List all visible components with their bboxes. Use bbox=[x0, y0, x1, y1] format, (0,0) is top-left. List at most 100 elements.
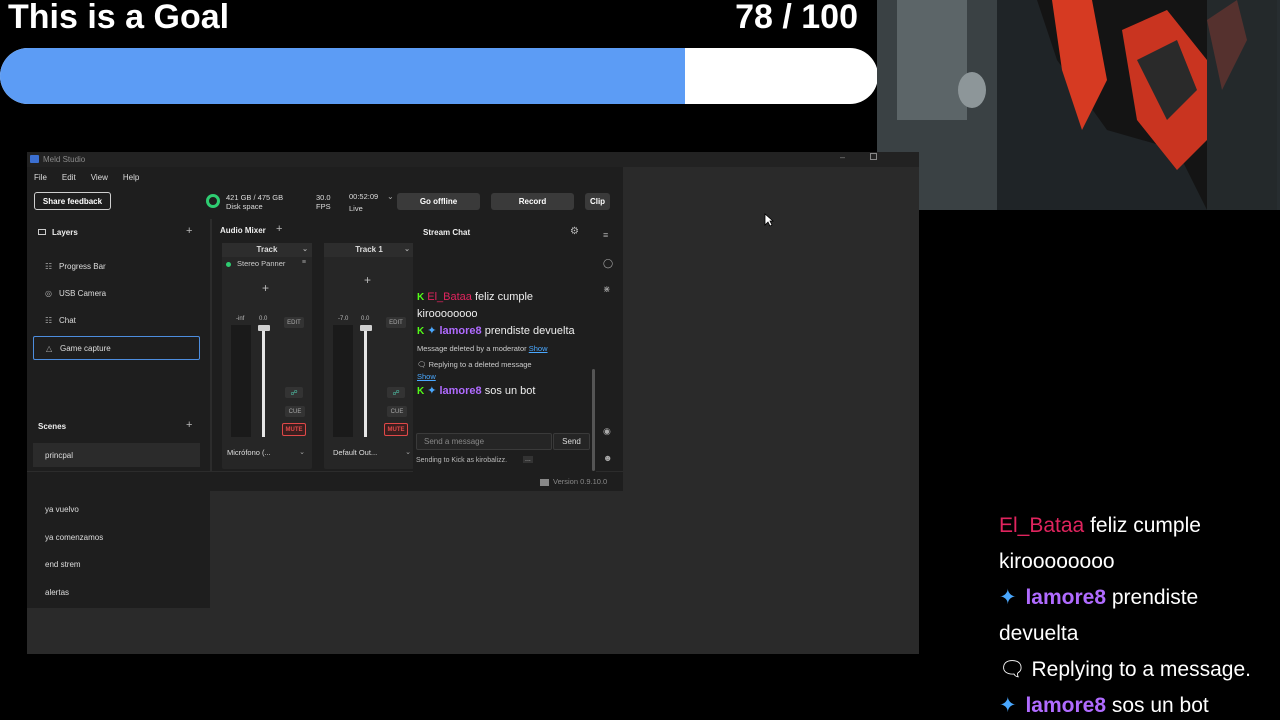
chat-system-message: Message deleted by a moderator Show bbox=[417, 343, 589, 355]
gear-icon[interactable]: ⚙ bbox=[570, 226, 579, 237]
overlay-chat-line: kiroooooooo bbox=[999, 550, 1115, 573]
menu-edit[interactable]: Edit bbox=[62, 173, 76, 182]
edit-button[interactable]: EDIT bbox=[386, 317, 406, 328]
scene-item-ya-comenzamos[interactable]: ya comenzamos bbox=[33, 525, 200, 549]
layer-label: USB Camera bbox=[59, 288, 107, 298]
chat-username[interactable]: El_Bataa bbox=[427, 291, 472, 303]
overlay-chat: El_Bataa feliz cumple kiroooooooo ✦ lamo… bbox=[999, 508, 1279, 720]
speech-bubble-icon: 🗨 bbox=[417, 360, 427, 369]
layer-item-game-capture[interactable]: △ Game capture bbox=[33, 336, 200, 360]
pane-divider[interactable] bbox=[210, 219, 212, 471]
overlay-chat-line: El_Bataa feliz cumple bbox=[999, 508, 1279, 544]
layer-item-chat[interactable]: ☷ Chat bbox=[33, 308, 200, 332]
broadcast-icon[interactable]: ⋇ bbox=[603, 284, 611, 295]
meld-app-icon bbox=[30, 155, 39, 163]
layer-icon: ☷ bbox=[45, 261, 53, 271]
scene-list: ya vuelvo ya comenzamos end strem alerta… bbox=[27, 491, 210, 608]
meter-min-value: -inf bbox=[236, 316, 245, 322]
scene-item-end-strem[interactable]: end strem bbox=[33, 552, 200, 576]
input-device-select[interactable]: Micrófono (... ⌄ bbox=[227, 448, 307, 462]
maximize-icon[interactable] bbox=[870, 153, 877, 160]
chat-message-input[interactable]: Send a message bbox=[416, 433, 552, 450]
show-link[interactable]: Show bbox=[417, 372, 436, 381]
sword-badge-icon: ✦ bbox=[427, 325, 437, 337]
clip-button[interactable]: Clip bbox=[585, 193, 610, 210]
track-header[interactable]: Track 1 ⌄ bbox=[324, 243, 414, 257]
layer-item-progress-bar[interactable]: ☷ Progress Bar bbox=[33, 254, 200, 278]
menu-help[interactable]: Help bbox=[123, 173, 139, 182]
panner-label: Stereo Panner bbox=[237, 259, 286, 268]
output-device-select[interactable]: Default Out... ⌄ bbox=[333, 448, 413, 462]
chevron-down-icon[interactable]: ⌄ bbox=[404, 243, 410, 257]
disk-space-label: Disk space bbox=[226, 202, 263, 211]
chat-username[interactable]: lamore8 bbox=[439, 325, 481, 337]
fps-label: FPS bbox=[316, 202, 331, 211]
system-text: Replying to a deleted message bbox=[428, 360, 532, 369]
webcam-feed bbox=[877, 0, 1280, 210]
game-icon: △ bbox=[46, 343, 53, 353]
window-titlebar: Meld Studio – bbox=[27, 152, 919, 167]
sword-badge-icon: ✦ bbox=[427, 385, 437, 397]
chat-send-button[interactable]: Send bbox=[553, 433, 590, 450]
add-effect-button[interactable]: + bbox=[364, 273, 371, 287]
chevron-down-icon: ⌄ bbox=[405, 449, 411, 456]
volume-fader-track[interactable] bbox=[364, 327, 367, 437]
settings-icon[interactable]: ◉ bbox=[603, 426, 611, 437]
link-icon[interactable]: ☍ bbox=[387, 387, 405, 398]
live-timer: 00:52:09 bbox=[349, 192, 379, 201]
track-header[interactable]: Track ⌄ bbox=[222, 243, 312, 257]
window-title: Meld Studio bbox=[43, 155, 86, 164]
share-feedback-button[interactable]: Share feedback bbox=[34, 192, 111, 210]
add-scene-button[interactable]: + bbox=[186, 419, 192, 431]
audio-level-meter bbox=[333, 325, 353, 437]
overlay-chat-line: ✦ lamore8 prendiste bbox=[999, 580, 1279, 616]
goal-progress-bar bbox=[0, 48, 878, 104]
chevron-down-icon[interactable]: ⌄ bbox=[302, 243, 308, 257]
scene-item-ya-vuelvo[interactable]: ya vuelvo bbox=[33, 497, 200, 521]
scene-item-alertas[interactable]: alertas bbox=[33, 580, 200, 604]
fader-level-value: 0.0 bbox=[361, 316, 370, 322]
stereo-panner[interactable]: Stereo Panner bbox=[226, 259, 285, 268]
volume-fader-handle[interactable] bbox=[360, 325, 372, 331]
camera-icon: ◎ bbox=[45, 288, 52, 298]
scene-item-princpal[interactable]: princpal bbox=[33, 443, 200, 467]
overlay-chat-text: sos un bot bbox=[1111, 694, 1209, 717]
mute-button[interactable]: MUTE bbox=[282, 423, 306, 436]
mute-button[interactable]: MUTE bbox=[384, 423, 408, 436]
user-avatar-icon[interactable]: ☻ bbox=[603, 453, 612, 463]
audio-mixer-title: Audio Mixer bbox=[220, 226, 266, 235]
add-effect-button[interactable]: + bbox=[262, 281, 269, 295]
record-button[interactable]: Record bbox=[491, 193, 574, 210]
goal-count: 78 / 100 bbox=[735, 0, 858, 36]
scenes-title: Scenes bbox=[38, 422, 67, 431]
menu-view[interactable]: View bbox=[91, 173, 108, 182]
cue-button[interactable]: CUE bbox=[387, 406, 407, 417]
track-name: Track 1 bbox=[355, 245, 383, 254]
version-label: Version 0.9.10.0 bbox=[540, 477, 607, 486]
edit-button[interactable]: EDIT bbox=[284, 317, 304, 328]
settings-sliders-icon[interactable]: ≡ bbox=[302, 259, 306, 266]
meter-min-value: -7.0 bbox=[338, 316, 349, 322]
show-link[interactable]: Show bbox=[529, 344, 548, 353]
overlay-chat-text: feliz cumple bbox=[1090, 514, 1201, 537]
add-track-button[interactable]: + bbox=[276, 223, 282, 235]
volume-fader-track[interactable] bbox=[262, 327, 265, 437]
layer-label: Chat bbox=[59, 315, 76, 325]
link-icon[interactable]: ☍ bbox=[285, 387, 303, 398]
chevron-down-icon[interactable]: ⌄ bbox=[387, 192, 394, 201]
menu-list-icon[interactable]: ≡ bbox=[603, 230, 608, 240]
menu-file[interactable]: File bbox=[34, 173, 47, 182]
chat-username[interactable]: lamore8 bbox=[439, 385, 481, 397]
device-label: Default Out... bbox=[333, 448, 378, 457]
chat-bubble-icon[interactable]: ◯ bbox=[603, 258, 613, 269]
volume-fader-handle[interactable] bbox=[258, 325, 270, 331]
add-layer-button[interactable]: + bbox=[186, 225, 192, 237]
chat-message-list: K El_Bataa feliz cumple kiroooooooo K ✦ lam… bbox=[417, 289, 589, 400]
go-offline-button[interactable]: Go offline bbox=[397, 193, 480, 210]
layer-item-usb-camera[interactable]: ◎ USB Camera bbox=[33, 281, 200, 305]
minimize-icon[interactable]: – bbox=[840, 152, 845, 162]
more-options-button[interactable]: ... bbox=[523, 456, 533, 463]
chat-scrollbar[interactable] bbox=[592, 369, 595, 471]
goal-title: This is a Goal bbox=[8, 0, 230, 36]
cue-button[interactable]: CUE bbox=[285, 406, 305, 417]
